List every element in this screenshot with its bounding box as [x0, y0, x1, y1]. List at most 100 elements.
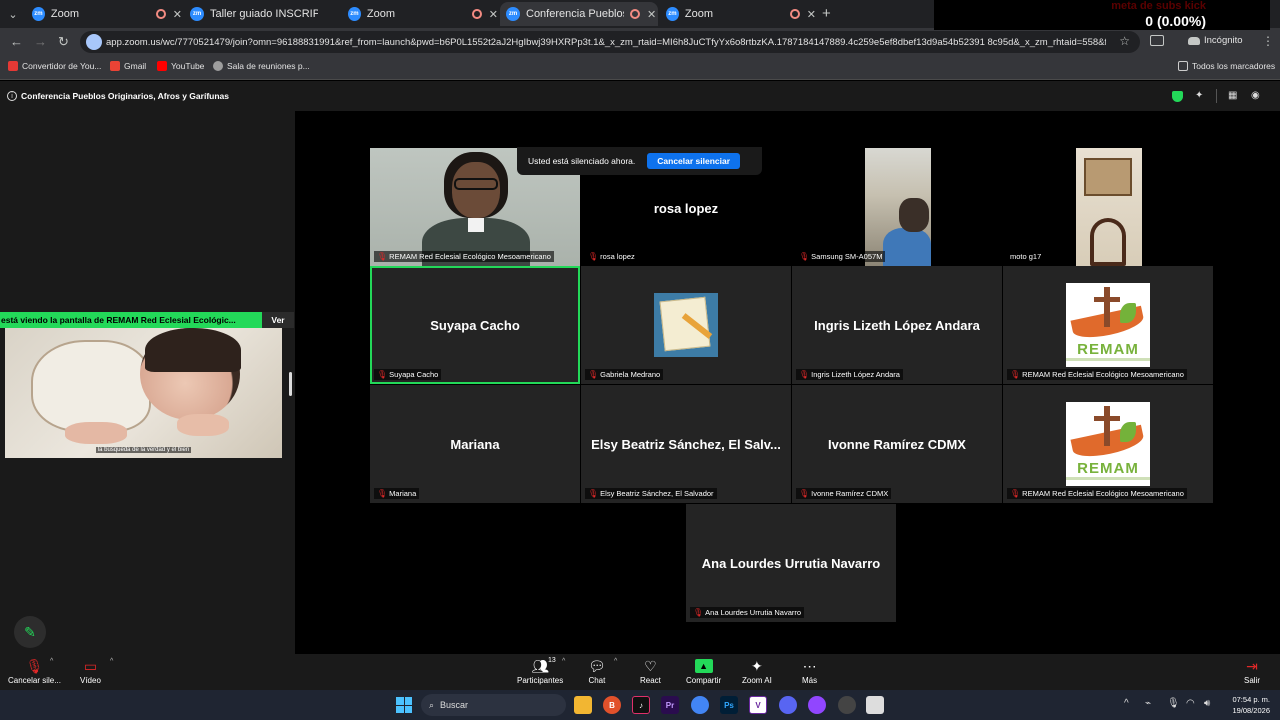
meeting-toolbar: 🎙︎ Cancelar sile... ^ ▭ Vídeo ^ 👥︎ Parti…	[0, 654, 1280, 690]
reload-icon[interactable]: ↻	[58, 34, 69, 50]
bookmark-favicon-icon	[8, 61, 18, 71]
close-tab-icon[interactable]: ✕	[173, 8, 182, 21]
close-tab-icon[interactable]: ✕	[489, 8, 498, 21]
file-explorer-icon[interactable]	[574, 696, 592, 714]
taskbar-clock[interactable]: 07:54 p. m. 19/08/2026	[1218, 694, 1270, 716]
participant-name-tag: 🎙︎ REMAM Red Eclesial Ecológico Mesoamer…	[1007, 488, 1187, 499]
close-tab-icon[interactable]: ✕	[647, 8, 656, 21]
windows-start-icon[interactable]	[396, 697, 412, 713]
chat-button[interactable]: 💬︎ Chat	[588, 656, 606, 685]
mic-muted-icon: 🎙︎	[377, 370, 388, 379]
volume-icon[interactable]: 🔊︎	[1204, 698, 1210, 709]
mic-muted-icon: 🎙︎	[799, 489, 810, 498]
url-text[interactable]: app.zoom.us/wc/7770521479/join?omn=96188…	[106, 37, 1106, 48]
sparkle-icon[interactable]: ✦	[1195, 90, 1203, 101]
notebook-avatar	[654, 293, 718, 357]
participants-button[interactable]: 👥︎ Participantes	[517, 656, 563, 685]
premiere-icon[interactable]: Pr	[661, 696, 679, 714]
participant-name-tag: 🎙︎ Samsung SM-A057M	[796, 251, 886, 262]
video-toolbar-button[interactable]: ▭ Vídeo	[80, 656, 101, 685]
mic-muted-icon: 🎙︎	[1010, 370, 1021, 379]
site-info-icon[interactable]	[86, 34, 102, 50]
incognito-indicator[interactable]: Incógnito	[1188, 35, 1243, 46]
url-bar[interactable]: app.zoom.us/wc/7770521479/join?omn=96188…	[80, 31, 1140, 53]
all-bookmarks[interactable]: Todos los marcadores	[1178, 61, 1275, 71]
app-icon[interactable]	[838, 696, 856, 714]
audio-options-caret-icon[interactable]: ^	[50, 658, 53, 665]
side-panel-icon[interactable]	[1150, 35, 1164, 46]
recording-icon	[472, 9, 482, 19]
chat-caret-icon[interactable]: ^	[614, 658, 617, 665]
browser-tab-taller[interactable]: zm Taller guiado INSCRIPCION AL	[184, 2, 340, 26]
discord-icon[interactable]	[779, 696, 797, 714]
participant-tile[interactable]: moto g17	[1003, 148, 1213, 266]
leave-icon: ⇥	[1246, 658, 1258, 674]
youtube-icon	[157, 61, 167, 71]
browser-tab-conferencia[interactable]: zm Conferencia Pueblos Origin ✕	[500, 2, 658, 26]
mic-muted-icon: 🎙︎	[693, 608, 704, 617]
participant-tile[interactable]: Ingris Lizeth López Andara 🎙︎ Ingris Liz…	[792, 266, 1002, 384]
bookmark-convertidor[interactable]: Convertidor de You...	[8, 61, 101, 71]
brave-browser-icon[interactable]: B	[603, 696, 621, 714]
participant-tile-active-speaker[interactable]: Suyapa Cacho 🎙︎ Suyapa Cacho	[370, 266, 580, 384]
taskbar-search[interactable]: ⌕ Buscar	[421, 694, 566, 716]
zoom-ai-button[interactable]: ✦ Zoom AI	[742, 656, 772, 685]
participant-tile[interactable]: 🎙︎ Gabriela Medrano	[581, 266, 791, 384]
wifi-icon[interactable]: ◠	[1186, 698, 1195, 709]
more-button[interactable]: ⋯ Más	[802, 656, 817, 685]
bookmark-gmail[interactable]: Gmail	[110, 61, 146, 71]
snipping-tool-icon[interactable]	[866, 696, 884, 714]
unmute-button[interactable]: Cancelar silenciar	[647, 153, 741, 169]
leave-button[interactable]: ⇥ Salir	[1244, 656, 1260, 685]
bookmark-youtube[interactable]: YouTube	[157, 61, 204, 71]
panel-resize-handle[interactable]	[289, 372, 292, 396]
zoom-favicon-icon: zm	[506, 7, 520, 21]
participant-display-name: Elsy Beatriz Sánchez, El Salv...	[591, 436, 781, 452]
obs-icon[interactable]	[808, 696, 826, 714]
subs-goal-overlay: meta de subs kick 0 (0.00%)	[934, 0, 1270, 30]
profile-avatar-icon[interactable]: ◉	[1251, 90, 1260, 101]
tab-search-icon[interactable]: ⌄	[4, 5, 22, 23]
browser-tab-zoom-2[interactable]: zm Zoom ✕	[342, 2, 498, 26]
chrome-icon[interactable]	[691, 696, 709, 714]
security-shield-icon[interactable]	[1172, 91, 1183, 102]
video-editor-icon[interactable]: V	[749, 696, 767, 714]
participants-caret-icon[interactable]: ^	[562, 658, 565, 665]
tiktok-icon[interactable]: ♪	[632, 696, 650, 714]
new-tab-button[interactable]: +	[822, 5, 831, 22]
participant-name-tag: 🎙︎ Elsy Beatriz Sánchez, El Salvador	[585, 488, 717, 499]
participant-tile[interactable]: Elsy Beatriz Sánchez, El Salv... 🎙︎ Elsy…	[581, 385, 791, 503]
view-grid-icon[interactable]: ▦	[1228, 90, 1237, 101]
meeting-info-icon[interactable]: i	[7, 91, 17, 101]
microphone-icon[interactable]: 🎙︎	[1167, 698, 1180, 709]
video-options-caret-icon[interactable]: ^	[110, 658, 113, 665]
mic-muted-icon: 🎙︎	[588, 489, 599, 498]
browser-tab-zoom-1[interactable]: zm Zoom ✕	[26, 2, 182, 26]
react-button[interactable]: ♡ React	[640, 656, 661, 685]
network-icon[interactable]: ⌁	[1145, 698, 1151, 709]
browser-menu-icon[interactable]: ⋮	[1262, 34, 1274, 48]
participant-tile[interactable]: 🎙︎ Samsung SM-A057M	[792, 148, 1002, 266]
participant-tile[interactable]: Ana Lourdes Urrutia Navarro 🎙︎ Ana Lourd…	[686, 504, 896, 622]
participant-video	[1076, 148, 1142, 266]
participant-tile[interactable]: REMAM 🎙︎ REMAM Red Eclesial Ecológico Me…	[1003, 385, 1213, 503]
participant-tile[interactable]: REMAM 🎙︎ REMAM Red Eclesial Ecológico Me…	[1003, 266, 1213, 384]
share-screen-button[interactable]: ▲ Compartir	[686, 656, 721, 685]
close-tab-icon[interactable]: ✕	[807, 8, 816, 21]
annotate-pencil-icon[interactable]: ✎	[14, 616, 46, 648]
zoom-favicon-icon: zm	[666, 7, 679, 21]
screen-share-thumbnail[interactable]	[5, 328, 282, 458]
bookmark-star-icon[interactable]: ☆	[1119, 34, 1130, 48]
photoshop-icon[interactable]: Ps	[720, 696, 738, 714]
participant-tile[interactable]: Ivonne Ramírez CDMX 🎙︎ Ivonne Ramírez CD…	[792, 385, 1002, 503]
mic-muted-icon: 🎙︎	[799, 370, 810, 379]
view-share-button[interactable]: Ver	[262, 312, 294, 328]
remam-logo: REMAM	[1066, 402, 1150, 486]
tray-chevron-icon[interactable]: ^	[1124, 698, 1129, 709]
participant-tile[interactable]: Mariana 🎙︎ Mariana	[370, 385, 580, 503]
back-arrow-icon[interactable]: ←	[10, 34, 23, 49]
bookmark-sala[interactable]: Sala de reuniones p...	[213, 61, 310, 71]
browser-tab-zoom-3[interactable]: zm Zoom ✕	[660, 2, 816, 26]
address-bar-row: ← → ↻ app.zoom.us/wc/7770521479/join?omn…	[0, 28, 1280, 56]
forward-arrow-icon[interactable]: →	[34, 34, 47, 49]
